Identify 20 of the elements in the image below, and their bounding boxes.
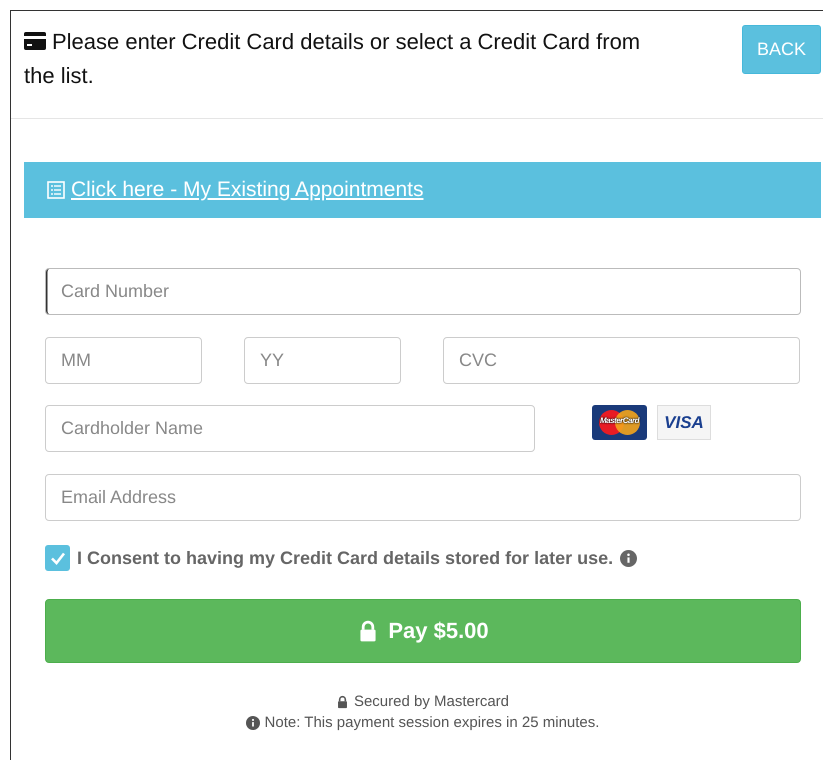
card-number-field[interactable]: Card Number [45, 268, 801, 315]
lock-icon [336, 694, 349, 708]
visa-logo: VISA [657, 405, 711, 440]
month-field[interactable]: MM [45, 337, 202, 384]
year-field[interactable]: YY [244, 337, 401, 384]
list-icon [47, 181, 65, 199]
secured-text: Secured by Mastercard [354, 693, 510, 710]
consent-checkbox[interactable] [45, 545, 70, 571]
back-button[interactable]: BACK [742, 25, 821, 74]
cardholder-name-field[interactable]: Cardholder Name [45, 405, 535, 452]
info-icon [246, 716, 260, 730]
pay-button[interactable]: Pay $5.00 [45, 599, 801, 663]
header-title: Please enter Credit Card details or select a Credit Card from the list. [24, 28, 642, 90]
info-icon [620, 550, 638, 566]
email-field[interactable]: Email Address [45, 474, 801, 521]
cvc-field[interactable]: CVC [443, 337, 800, 384]
appointments-link[interactable]: Click here - My Existing Appointments [71, 178, 424, 202]
session-note: Note: This payment session expires in 25 minutes. [264, 714, 600, 731]
credit-card-icon [24, 32, 46, 50]
consent-label: I Consent to having my Credit Card details stored for later use. [77, 548, 614, 568]
